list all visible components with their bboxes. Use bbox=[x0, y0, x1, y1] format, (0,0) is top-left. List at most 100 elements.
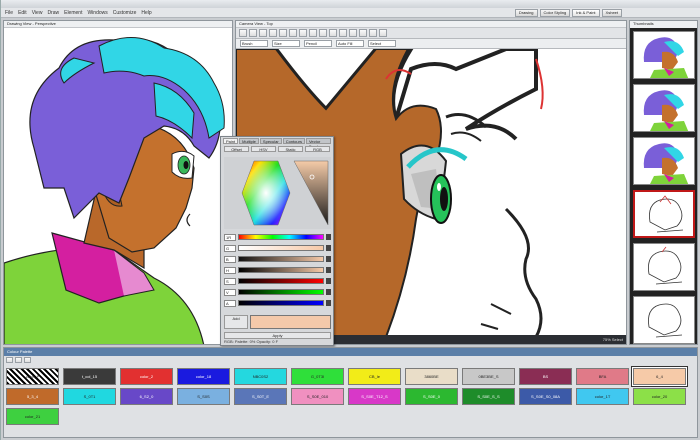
brush-preset-field[interactable]: Brush bbox=[240, 40, 268, 47]
palette-swatch[interactable]: color_18 bbox=[177, 368, 230, 385]
size-field[interactable]: Size bbox=[272, 40, 300, 47]
palette-swatch[interactable]: S_S0E_S0_08A bbox=[519, 388, 572, 405]
palette-swatch[interactable]: S_S0T_E bbox=[234, 388, 287, 405]
slider-hue-track[interactable] bbox=[238, 267, 324, 273]
slider-hue-button[interactable] bbox=[326, 267, 331, 273]
palette-swatch[interactable]: color_2 bbox=[120, 368, 173, 385]
palette-swatch[interactable]: BFA bbox=[576, 368, 629, 385]
paint-bucket-icon[interactable] bbox=[289, 29, 297, 37]
palette-swatch[interactable]: 3860BE bbox=[405, 368, 458, 385]
contour-editor-icon[interactable] bbox=[249, 29, 257, 37]
auto-fill-toggle[interactable]: Auto Fill bbox=[336, 40, 364, 47]
palette-swatch[interactable]: t_col_15 bbox=[63, 368, 116, 385]
pencil-mode-field[interactable]: Pencil bbox=[304, 40, 332, 47]
mode-offset[interactable]: Offset bbox=[224, 146, 249, 152]
drawing-view-panel[interactable]: Drawing View - Perspective bbox=[3, 20, 233, 345]
thumbnail-frame-5[interactable] bbox=[633, 243, 695, 291]
palette-swatch[interactable]: BS bbox=[519, 368, 572, 385]
mode-rgb[interactable]: RGB bbox=[305, 146, 330, 152]
slider-green-button[interactable] bbox=[326, 245, 331, 251]
menu-edit[interactable]: Edit bbox=[18, 10, 27, 16]
menu-windows[interactable]: Windows bbox=[87, 10, 107, 16]
pencil-tool-icon[interactable] bbox=[269, 29, 277, 37]
slider-hue[interactable]: H bbox=[224, 266, 331, 274]
workspace-ink-paint-button[interactable]: Ink & Paint bbox=[572, 9, 600, 17]
text-tool-icon[interactable] bbox=[309, 29, 317, 37]
thumbnail-frame-1[interactable] bbox=[633, 31, 695, 79]
rotate-view-icon[interactable] bbox=[379, 29, 387, 37]
tab-multiple[interactable]: Multiple bbox=[239, 138, 259, 144]
select-tool-icon[interactable] bbox=[239, 29, 247, 37]
workspace-xsheet-button[interactable]: Xsheet bbox=[601, 9, 622, 17]
menu-customize[interactable]: Customize bbox=[113, 10, 137, 16]
menu-file[interactable]: File bbox=[5, 10, 13, 16]
slider-value[interactable]: V bbox=[224, 288, 331, 296]
workspace-drawing-button[interactable]: Drawing bbox=[514, 9, 538, 17]
palette-swatch[interactable]: 6_S2_0 bbox=[120, 388, 173, 405]
mode-static[interactable]: Static bbox=[278, 146, 303, 152]
palette-swatch[interactable]: 0BE3BE_S bbox=[462, 368, 515, 385]
palette-swatch[interactable]: S_0T1 bbox=[63, 388, 116, 405]
slider-value-track[interactable] bbox=[238, 289, 324, 295]
zoom-tool-icon[interactable] bbox=[359, 29, 367, 37]
tab-vector-brush[interactable]: Vector Brush bbox=[305, 138, 331, 149]
palette-swatch[interactable]: color_1T bbox=[576, 388, 629, 405]
slider-alpha-track[interactable] bbox=[238, 300, 324, 306]
slider-alpha-button[interactable] bbox=[326, 300, 331, 306]
hand-tool-icon[interactable] bbox=[369, 29, 377, 37]
rectangle-tool-icon[interactable] bbox=[329, 29, 337, 37]
color-wheel[interactable] bbox=[224, 157, 331, 229]
workspace-color-styling-button[interactable]: Color Styling bbox=[539, 9, 571, 17]
tab-specular[interactable]: Specular bbox=[259, 138, 282, 144]
slider-saturation[interactable]: S bbox=[224, 277, 331, 285]
palette-swatch[interactable]: CB_le bbox=[348, 368, 401, 385]
brush-tool-icon[interactable] bbox=[259, 29, 267, 37]
thumbnail-frame-6[interactable] bbox=[633, 296, 695, 344]
tab-contours[interactable]: Contours bbox=[282, 138, 305, 144]
slider-saturation-track[interactable] bbox=[238, 278, 324, 284]
thumbnail-frame-4[interactable] bbox=[633, 190, 695, 238]
thumbnail-frame-2[interactable] bbox=[633, 84, 695, 132]
menu-draw[interactable]: Draw bbox=[47, 10, 59, 16]
add-color-button[interactable]: Add bbox=[224, 315, 248, 329]
palette-swatch[interactable]: 5_3_4 bbox=[6, 388, 59, 405]
select-mode-field[interactable]: Select bbox=[368, 40, 396, 47]
palette-swatch[interactable]: color_P bbox=[6, 368, 59, 385]
palette-swatch[interactable]: color_20 bbox=[633, 388, 686, 405]
palette-swatch[interactable]: 6_4 bbox=[632, 367, 687, 386]
slider-blue-track[interactable] bbox=[238, 256, 324, 262]
line-tool-icon[interactable] bbox=[319, 29, 327, 37]
polyline-tool-icon[interactable] bbox=[349, 29, 357, 37]
palette-swatch[interactable]: color_21 bbox=[6, 408, 59, 425]
ellipse-tool-icon[interactable] bbox=[339, 29, 347, 37]
slider-green[interactable]: G bbox=[224, 244, 331, 252]
slider-red[interactable]: 1R bbox=[224, 233, 331, 241]
add-swatch-icon[interactable] bbox=[15, 357, 22, 363]
slider-red-button[interactable] bbox=[326, 234, 331, 240]
palette-swatch[interactable]: S_S0E_S_S bbox=[462, 388, 515, 405]
palette-menu-icon[interactable] bbox=[6, 357, 13, 363]
slider-blue[interactable]: B bbox=[224, 255, 331, 263]
menu-view[interactable]: View bbox=[32, 10, 43, 16]
slider-blue-button[interactable] bbox=[326, 256, 331, 262]
eraser-tool-icon[interactable] bbox=[279, 29, 287, 37]
slider-value-button[interactable] bbox=[326, 289, 331, 295]
apply-button[interactable]: Apply bbox=[224, 332, 331, 339]
palette-swatch[interactable]: S_S0E_010 bbox=[291, 388, 344, 405]
slider-green-track[interactable] bbox=[238, 245, 324, 251]
palette-swatch[interactable]: S_S0E_T12_S bbox=[348, 388, 401, 405]
slider-saturation-button[interactable] bbox=[326, 278, 331, 284]
palette-swatch[interactable]: S_S0S bbox=[177, 388, 230, 405]
palette-swatch[interactable]: G_0T3I bbox=[291, 368, 344, 385]
slider-red-track[interactable] bbox=[238, 234, 324, 240]
dropper-icon[interactable] bbox=[299, 29, 307, 37]
palette-swatch[interactable]: S_S0E_0 bbox=[405, 388, 458, 405]
palette-swatch[interactable]: NBC0S2 bbox=[234, 368, 287, 385]
slider-alpha[interactable]: A bbox=[224, 299, 331, 307]
menu-element[interactable]: Element bbox=[64, 10, 82, 16]
mode-hsv[interactable]: HSV bbox=[251, 146, 276, 152]
thumbnail-frame-3[interactable] bbox=[633, 137, 695, 185]
menu-help[interactable]: Help bbox=[141, 10, 151, 16]
delete-swatch-icon[interactable] bbox=[24, 357, 31, 363]
tab-paint[interactable]: Paint bbox=[223, 138, 239, 144]
